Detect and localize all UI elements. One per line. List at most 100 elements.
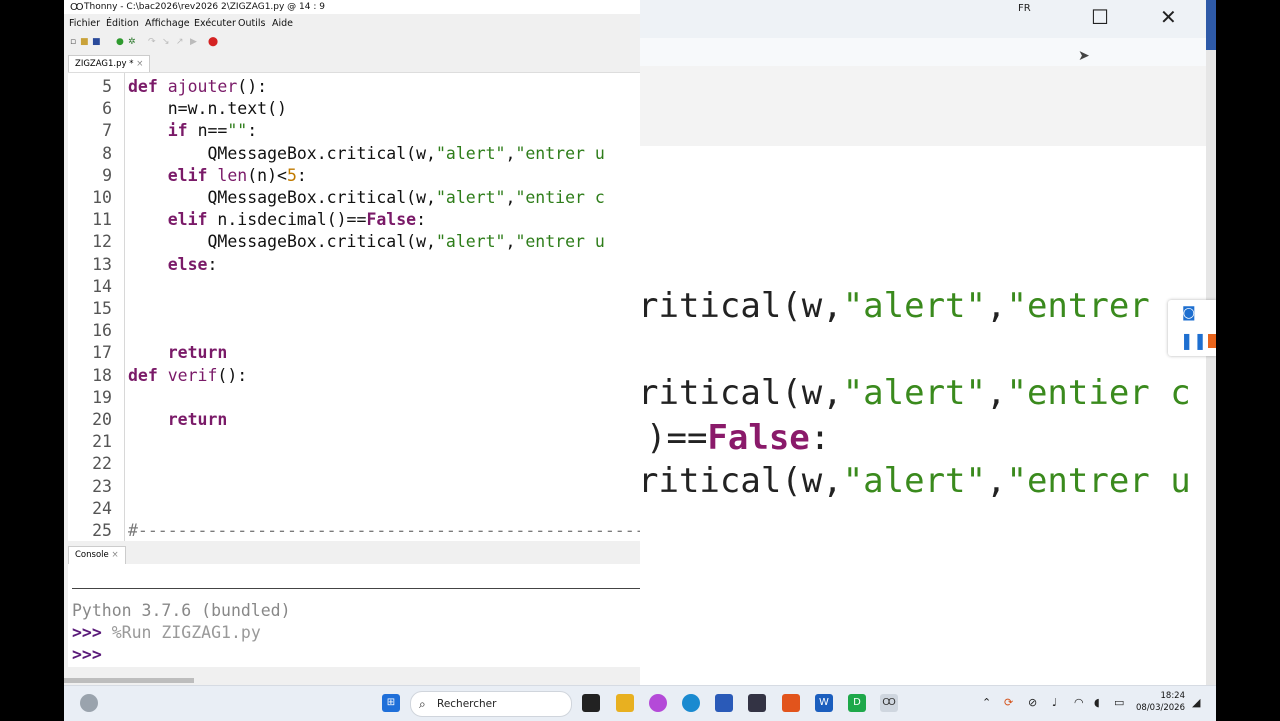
console-input-prompt[interactable]: >>> xyxy=(72,644,102,666)
copilot-icon[interactable] xyxy=(649,694,667,712)
menu-affichage[interactable]: Affichage xyxy=(145,18,190,29)
clock[interactable]: 18:24 08/03/2026 xyxy=(1136,690,1185,714)
microphone-icon[interactable]: ♩ xyxy=(1052,696,1057,710)
photos-icon[interactable] xyxy=(748,694,766,712)
battery-icon[interactable]: ▭ xyxy=(1114,696,1124,710)
save-file-icon[interactable]: ■ xyxy=(92,36,101,48)
code-token: : xyxy=(296,165,307,185)
debug-icon[interactable]: ✲ xyxy=(128,36,136,48)
code-token: QMessageBox.critical(w, xyxy=(128,143,436,163)
code-line[interactable]: QMessageBox.critical(w,"alert","entrer u xyxy=(128,143,604,165)
left-black-border xyxy=(0,0,64,720)
new-file-icon[interactable]: ▫ xyxy=(70,36,76,48)
step-into-icon[interactable]: ↘ xyxy=(162,36,170,48)
menu-outils[interactable]: Outils xyxy=(238,18,265,29)
maximize-button[interactable]: ☐ xyxy=(1091,7,1109,27)
code-token: elif xyxy=(167,210,218,230)
code-token: , xyxy=(505,143,516,163)
shell-console[interactable]: Python 3.7.6 (bundled) >>> %Run ZIGZAG1.… xyxy=(68,564,640,667)
code-token: QMessageBox.critical(w, xyxy=(128,188,436,207)
tab-console[interactable]: Console × xyxy=(68,546,126,565)
code-line[interactable]: QMessageBox.critical(w,"alert","entrer u xyxy=(128,231,604,253)
magnified-code-token: "entrer u xyxy=(1006,461,1191,501)
file-explorer-icon[interactable] xyxy=(616,694,634,712)
magnified-code-token: False xyxy=(707,418,810,458)
recorder-app-icon[interactable] xyxy=(782,694,800,712)
chevron-up-icon[interactable]: ⌃ xyxy=(982,696,991,710)
menu-aide[interactable]: Aide xyxy=(272,18,293,29)
notification-icon[interactable]: ◢ xyxy=(1192,696,1200,710)
magnified-code-token: , xyxy=(986,373,1007,413)
line-number: 13 xyxy=(92,254,112,274)
magnified-code-token: ritical(w, xyxy=(640,286,843,326)
code-line[interactable]: n=w.n.text() xyxy=(128,98,287,120)
taskbar-search[interactable]: ⌕ Rechercher xyxy=(410,691,572,717)
task-view-icon[interactable] xyxy=(582,694,600,712)
tab-zigzag1[interactable]: ZIGZAG1.py * × xyxy=(68,55,151,73)
volume-icon[interactable]: ◖ xyxy=(1094,696,1100,710)
code-line[interactable]: return xyxy=(128,342,228,364)
code-line[interactable]: return xyxy=(128,409,228,431)
code-editor[interactable]: 5 6 7 8 9 10 11 12 13 14 15 16 17 18 19 20 21 22 23 24 25 de… xyxy=(68,72,640,541)
resume-icon[interactable]: ▶ xyxy=(190,36,197,48)
thonny-taskbar-icon[interactable]: Ꚙ xyxy=(880,694,898,712)
menu-fichier[interactable]: Fichier xyxy=(69,18,100,29)
edge-browser-icon[interactable] xyxy=(682,694,700,712)
widgets-icon[interactable] xyxy=(80,694,98,712)
close-console-icon[interactable]: × xyxy=(111,550,118,560)
code-line[interactable]: elif len(n)<5: xyxy=(128,165,307,187)
step-out-icon[interactable]: ↗ xyxy=(176,36,184,48)
right-black-border xyxy=(1216,0,1280,720)
code-token: , xyxy=(505,232,516,252)
magnified-code-line: )==False: xyxy=(646,418,830,458)
code-line[interactable]: #---------------------------------------… xyxy=(128,520,640,541)
run-icon[interactable]: ● xyxy=(116,36,124,48)
menu-edition[interactable]: Édition xyxy=(106,18,139,29)
horizontal-scrollbar[interactable] xyxy=(64,678,194,683)
screen-recorder-widget[interactable]: ◙ ❚❚ xyxy=(1168,300,1216,356)
editor-tabbar: ZIGZAG1.py * × xyxy=(64,55,640,73)
pause-icon[interactable]: ❚❚ xyxy=(1180,333,1207,349)
step-over-icon[interactable]: ↷ xyxy=(148,36,156,48)
console-tabbar: Console × xyxy=(64,546,640,565)
magnified-code-line: ritical(w,"alert","entrer xyxy=(640,286,1170,326)
code-token: False xyxy=(366,210,417,230)
magnified-code-token: "entier c xyxy=(1006,373,1191,413)
wifi-icon[interactable]: ◠ xyxy=(1074,696,1084,710)
word-icon[interactable]: W xyxy=(815,694,833,712)
code-token: if xyxy=(167,121,198,141)
line-number: 15 xyxy=(92,299,112,318)
sync-icon[interactable]: ⟳ xyxy=(1004,696,1013,710)
code-token: QMessageBox.critical(w, xyxy=(128,232,436,252)
menu-executer[interactable]: Exécuter xyxy=(194,18,236,29)
code-line[interactable]: else: xyxy=(128,254,218,276)
code-line[interactable]: def ajouter(): xyxy=(128,76,267,98)
code-line[interactable]: if n=="": xyxy=(128,120,257,142)
stop-icon[interactable] xyxy=(1208,334,1216,348)
store-icon[interactable] xyxy=(715,694,733,712)
language-indicator[interactable]: FR xyxy=(1018,3,1031,14)
background-scrollbar[interactable] xyxy=(1206,50,1216,685)
open-file-icon[interactable]: ■ xyxy=(80,36,89,48)
start-button-icon[interactable]: ⊞ xyxy=(382,694,400,712)
line-number: 19 xyxy=(92,387,112,407)
line-number: 12 xyxy=(92,232,112,252)
close-tab-icon[interactable]: × xyxy=(136,59,143,69)
background-window-edge xyxy=(1206,0,1216,50)
magnified-code-token: "alert" xyxy=(842,286,986,326)
magnified-code-token: ritical(w, xyxy=(640,461,843,501)
code-line[interactable]: def verif(): xyxy=(128,365,247,387)
code-line[interactable]: elif n.isdecimal()==False: xyxy=(128,209,426,231)
no-location-icon[interactable]: ⊘ xyxy=(1028,696,1037,710)
code-token: n.isdecimal()== xyxy=(217,210,367,230)
green-app-icon[interactable]: D xyxy=(848,694,866,712)
camera-icon[interactable]: ◙ xyxy=(1182,306,1202,320)
code-line[interactable]: QMessageBox.critical(w,"alert","entier c xyxy=(128,187,604,209)
code-token: verif xyxy=(167,365,218,385)
stop-icon[interactable]: ⬤ xyxy=(208,36,218,48)
close-button[interactable]: ✕ xyxy=(1160,7,1177,27)
